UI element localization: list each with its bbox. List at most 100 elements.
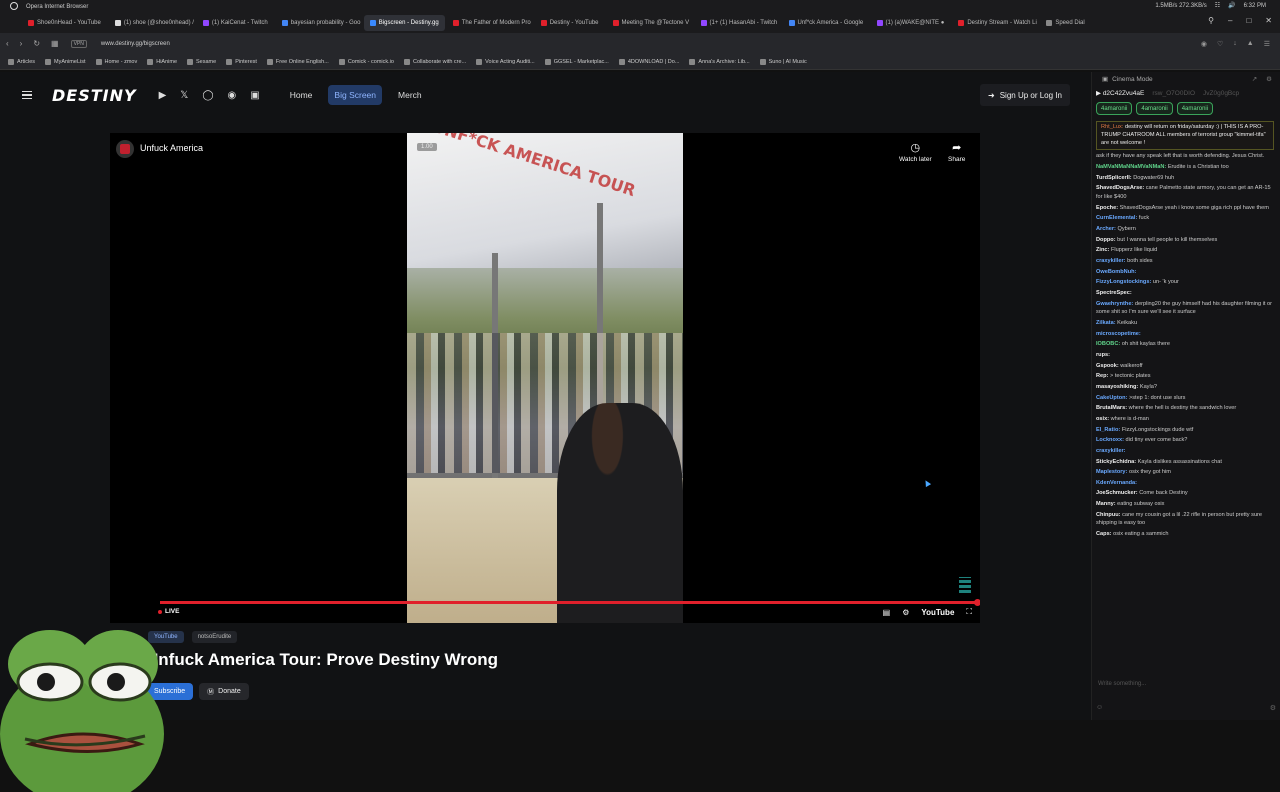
url-field[interactable]: www.destiny.gg/bigscreen (101, 41, 170, 47)
close-button[interactable]: ✕ (1265, 16, 1272, 25)
cinema-mode-label[interactable]: Cinema Mode (1112, 76, 1152, 83)
browser-tab[interactable]: bayesian probability - Goo (276, 15, 362, 31)
chat-username[interactable]: osix: (1096, 416, 1109, 422)
chat-username[interactable]: KdenVernanda: (1096, 480, 1137, 486)
chat-settings-icon[interactable]: ⚙ (1266, 75, 1272, 83)
settings-gear-icon[interactable]: ⚙ (902, 608, 909, 617)
nav-merch[interactable]: Merch (392, 85, 428, 105)
chat-username[interactable]: JoeSchmucker: (1096, 490, 1138, 496)
embed-tab-3[interactable]: JvZ0g0gBcp (1203, 90, 1239, 97)
watch-later-button[interactable]: ◷ Watch later (899, 141, 932, 163)
chat-username[interactable]: TurdSplicerII: (1096, 175, 1132, 181)
wifi-icon[interactable]: ☷ (1215, 2, 1220, 9)
x-icon[interactable]: 𝕏 (180, 90, 188, 101)
chat-username[interactable]: StickyEchidna: (1096, 459, 1136, 465)
chat-menu-icon[interactable]: ⚙ (1270, 704, 1276, 712)
back-icon[interactable]: ‹ (6, 39, 9, 48)
chat-username[interactable]: Locknoxx: (1096, 437, 1124, 443)
youtube-icon[interactable]: ▶ (159, 90, 167, 101)
chat-username[interactable]: microscopetime: (1096, 331, 1141, 337)
vpn-badge[interactable]: VPN (70, 39, 87, 48)
channel-watermark-icon[interactable] (959, 577, 971, 593)
nav-big-screen[interactable]: Big Screen (328, 85, 383, 105)
maximize-button[interactable]: □ (1246, 16, 1251, 25)
chat-username[interactable]: IOBOBC: (1096, 341, 1120, 347)
chat-username[interactable]: CurnElemental: (1096, 215, 1137, 221)
bookmark-item[interactable]: Free Online English... (266, 58, 329, 65)
browser-tab[interactable]: The Father of Modern Pro (447, 15, 533, 31)
site-logo[interactable]: DESTINY (52, 86, 137, 105)
bookmark-item[interactable]: GGSEL - Marketplac... (544, 58, 609, 65)
bookmark-item[interactable]: Anna's Archive: Lib... (689, 58, 750, 65)
notice-user[interactable]: Rht_Lux: (1101, 124, 1123, 130)
progress-handle[interactable] (974, 599, 980, 606)
bookmark-item[interactable]: Pinterest (226, 58, 257, 65)
browser-tab[interactable]: Destiny Stream - Watch Li (952, 15, 1038, 31)
nav-home[interactable]: Home (284, 85, 319, 105)
fullscreen-icon[interactable]: ⛶ (966, 607, 972, 617)
chat-username[interactable]: ShavedDogsArse: (1096, 185, 1144, 191)
chat-username[interactable]: FizzyLongstockings: (1096, 279, 1151, 285)
browser-tab[interactable]: (1) (a)WAKE@NITE ● (871, 15, 951, 31)
popout-icon[interactable]: ↗ (1252, 75, 1257, 83)
chat-username[interactable]: craxykiller: (1096, 258, 1126, 264)
embed-tab-2[interactable]: rsw_O7O0DIO (1152, 90, 1195, 97)
share-button[interactable]: ➦ Share (948, 141, 965, 163)
chat-username[interactable]: OweBombNuh: (1096, 269, 1136, 275)
chat-username[interactable]: Rep: (1096, 373, 1108, 379)
hamburger-menu-icon[interactable] (22, 91, 32, 99)
user-pill[interactable]: 4amaronii (1136, 102, 1173, 115)
user-pill[interactable]: 4amaronii (1176, 102, 1214, 115)
bookmark-item[interactable]: Articles (8, 58, 35, 65)
chat-username[interactable]: SpectreSpec: (1096, 290, 1132, 296)
chat-username[interactable]: Epoche: (1096, 205, 1118, 211)
bookmark-item[interactable]: HiAnime (147, 58, 177, 65)
browser-tab[interactable]: (1) shoe (@shoe0nhead) / (109, 15, 195, 31)
cinema-icon[interactable]: ▣ (1102, 75, 1108, 83)
chat-username[interactable]: Doppo: (1096, 237, 1116, 243)
bookmark-item[interactable]: Suno | AI Music (759, 58, 807, 65)
chat-username[interactable]: Archer: (1096, 226, 1116, 232)
heart-icon[interactable]: ♡ (1217, 40, 1223, 48)
browser-tab[interactable]: Bigscreen - Destiny.gg (363, 15, 445, 31)
chat-username[interactable]: masayoshiking: (1096, 384, 1138, 390)
chat-username[interactable]: Zilkata: (1096, 320, 1116, 326)
reddit-icon[interactable]: ◉ (228, 90, 237, 101)
bookmark-item[interactable]: Home - zmov (95, 58, 137, 65)
progress-bar[interactable] (160, 599, 980, 606)
tabs-grid-icon[interactable]: ▦ (51, 39, 59, 48)
channel-name[interactable]: Unfuck America (140, 143, 203, 153)
search-tabs-icon[interactable]: ⚲ (1208, 16, 1214, 25)
bookmark-item[interactable]: Comick - comick.io (338, 58, 394, 65)
chat-username[interactable]: NaMVaNMaNNaMVaNMaN: (1096, 164, 1166, 170)
chat-username[interactable]: Zinc: (1096, 247, 1109, 253)
camera-icon[interactable]: ◉ (1201, 40, 1207, 48)
browser-tab[interactable]: (1+ (1) HasanAbi - Twitch (695, 15, 781, 31)
emote-icon[interactable]: ☺ (1096, 704, 1103, 712)
chat-username[interactable]: Gwaehrynthe: (1096, 301, 1133, 307)
embed-tab-1[interactable]: ▶ d2C42Zvu4aE (1096, 89, 1144, 97)
bookmark-item[interactable]: Sesame (187, 58, 216, 65)
chat-username[interactable]: Manny: (1096, 501, 1116, 507)
bookmark-item[interactable]: Collaborate with cre... (403, 58, 466, 65)
tag-author[interactable]: notsoErudite (191, 631, 238, 643)
browser-tab[interactable]: Destiny - YouTube (535, 15, 605, 31)
browser-tab[interactable]: Shoe0nHead - YouTube (22, 15, 107, 31)
menu-icon[interactable]: ☰ (1264, 40, 1270, 48)
minimize-button[interactable]: – (1228, 16, 1232, 25)
chat-username[interactable]: craxykiller: (1096, 448, 1126, 454)
chat-username[interactable]: rups: (1096, 352, 1110, 358)
chat-input[interactable]: Write something... (1096, 676, 1276, 692)
chat-username[interactable]: Chinpuu: (1096, 512, 1121, 518)
chat-username[interactable]: Gspook: (1096, 363, 1119, 369)
reload-icon[interactable]: ↻ (33, 39, 40, 48)
video-player[interactable]: UNF*CK AMERICA TOUR Unfuck America 1.00 … (110, 133, 980, 623)
browser-tab[interactable]: Speed Dial (1040, 15, 1090, 31)
clock[interactable]: 6:32 PM (1244, 3, 1266, 9)
user-pill[interactable]: 4amaronii (1096, 102, 1133, 115)
donate-button[interactable]: Ⓜ Donate (199, 683, 249, 700)
bookmark-item[interactable]: 4DOWNLOAD | Do... (618, 58, 679, 65)
instagram-icon[interactable]: ◯ (202, 90, 213, 101)
download-icon[interactable]: ↓ (1233, 40, 1237, 48)
chat-username[interactable]: CakeUpton: (1096, 395, 1127, 401)
